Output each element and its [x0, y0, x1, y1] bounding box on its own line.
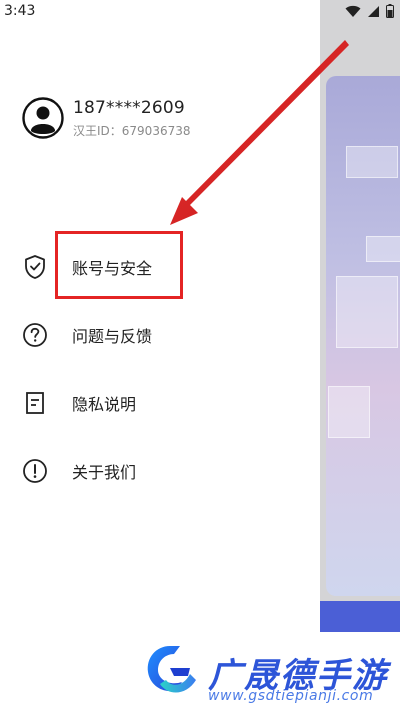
document-icon: [22, 390, 48, 416]
wifi-icon: [345, 5, 361, 17]
bg-block: [328, 386, 370, 438]
menu-item-about[interactable]: 关于我们: [22, 456, 136, 486]
navigation-drawer: 187****2609 汉王ID：679036738 账号与安全 问题与反馈 隐…: [0, 0, 320, 716]
menu-item-privacy[interactable]: 隐私说明: [22, 388, 136, 418]
user-profile[interactable]: 187****2609 汉王ID：679036738: [22, 97, 191, 139]
user-id: 汉王ID：679036738: [73, 123, 191, 138]
signal-icon: [368, 5, 379, 17]
menu-item-label: 隐私说明: [72, 395, 137, 414]
menu-item-label: 问题与反馈: [72, 327, 153, 346]
background-app-panel[interactable]: [320, 0, 400, 716]
bg-block: [366, 236, 400, 262]
highlight-box: [55, 231, 183, 299]
status-bar: 3:43: [0, 0, 400, 22]
bg-block: [336, 276, 398, 348]
status-time: 3:43: [4, 3, 36, 19]
watermark-url: www.gsdtiepianji.com: [208, 688, 374, 704]
bg-block: [346, 146, 398, 178]
menu-item-feedback[interactable]: 问题与反馈: [22, 320, 152, 350]
avatar-icon: [22, 97, 64, 139]
phone-number: 187****2609: [73, 97, 185, 118]
question-circle-icon: [22, 322, 48, 348]
battery-icon: [386, 4, 394, 18]
info-exclamation-icon: [22, 458, 48, 484]
watermark-logo: [147, 646, 196, 693]
background-bottom-bar: [320, 601, 400, 632]
background-banner-card: [326, 76, 400, 596]
shield-check-icon: [22, 254, 48, 280]
menu-item-label: 关于我们: [72, 463, 137, 482]
